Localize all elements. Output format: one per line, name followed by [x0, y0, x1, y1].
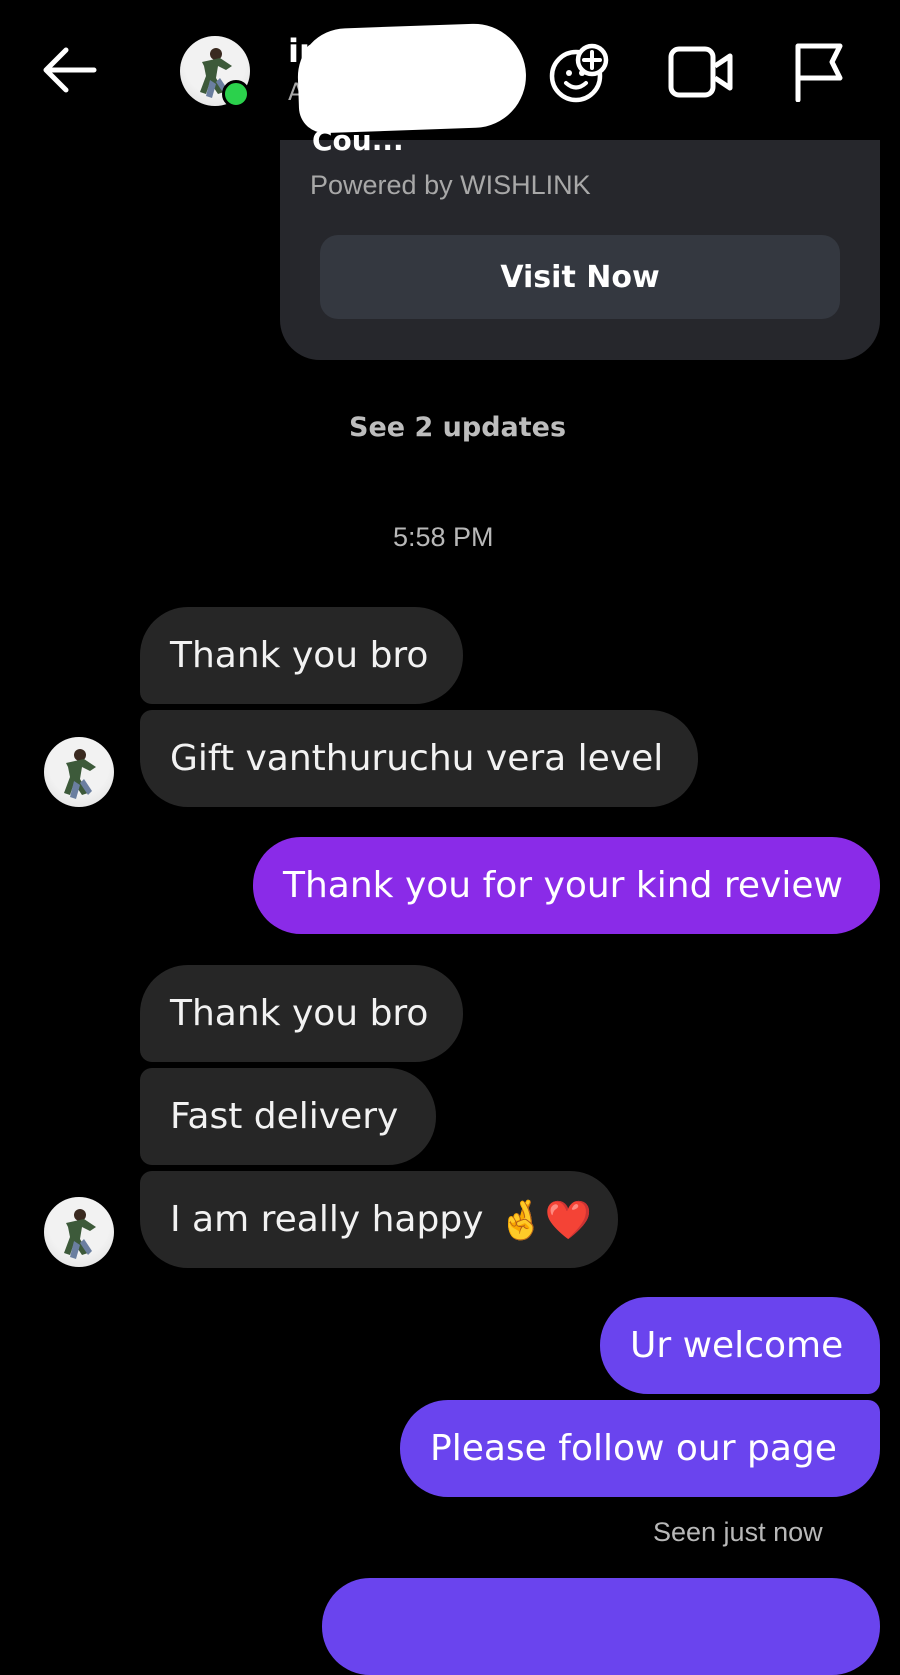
message-bubble-outgoing-partial[interactable]	[322, 1578, 880, 1675]
effects-button[interactable]	[548, 40, 612, 104]
message-bubble-outgoing[interactable]: Please follow our page	[400, 1400, 880, 1497]
message-timestamp: 5:58 PM	[393, 522, 494, 552]
emoji-reaction: 🤞❤️	[497, 1197, 593, 1242]
card-title: Cou...	[312, 130, 404, 157]
message-bubble-incoming[interactable]: I am really happy 🤞❤️	[140, 1171, 618, 1268]
sender-avatar[interactable]	[44, 1197, 114, 1267]
card-title-clip: Cou...	[280, 130, 880, 160]
sticker-add-icon	[549, 43, 609, 103]
message-bubble-incoming[interactable]: Thank you bro	[140, 965, 463, 1062]
person-photo	[64, 1209, 96, 1259]
arrow-left-icon	[43, 47, 97, 93]
flag-icon	[795, 43, 843, 102]
message-bubble-incoming[interactable]: Thank you bro	[140, 607, 463, 704]
message-bubble-outgoing[interactable]: Thank you for your kind review	[253, 837, 880, 934]
seen-status: Seen just now	[653, 1517, 823, 1547]
person-photo	[64, 749, 96, 799]
report-button[interactable]	[792, 42, 846, 102]
message-text: I am really happy	[170, 1198, 484, 1240]
video-camera-icon	[668, 46, 733, 98]
message-bubble-outgoing[interactable]: Ur welcome	[600, 1297, 880, 1394]
see-updates-link[interactable]: See 2 updates	[349, 412, 566, 443]
message-bubble-incoming[interactable]: Gift vanthuruchu vera level	[140, 710, 698, 807]
card-powered-by: Powered by WISHLINK	[310, 170, 591, 200]
visit-now-button[interactable]: Visit Now	[320, 235, 840, 319]
back-button[interactable]	[38, 44, 100, 96]
message-bubble-incoming[interactable]: Fast delivery	[140, 1068, 436, 1165]
redaction-overlay	[296, 22, 528, 134]
video-call-button[interactable]	[668, 44, 734, 100]
online-status-dot	[222, 80, 250, 108]
sender-avatar[interactable]	[44, 737, 114, 807]
